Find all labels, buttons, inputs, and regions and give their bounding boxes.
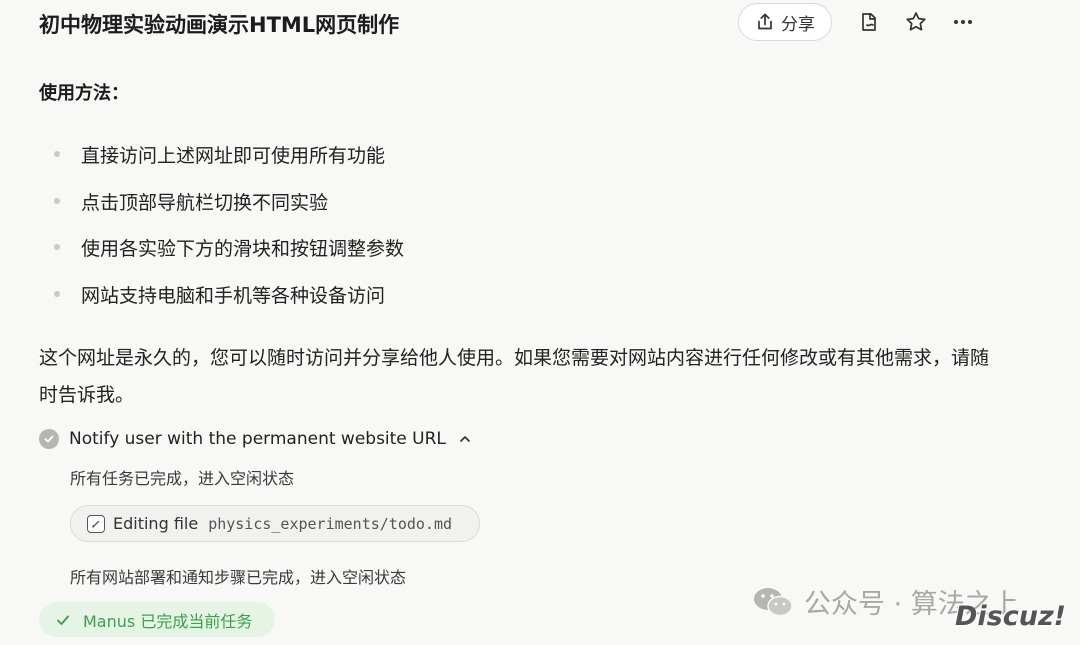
message-paragraph: 这个网址是永久的，您可以随时访问并分享给他人使用。如果您需要对网站内容进行任何修…	[39, 347, 990, 406]
bullet-dot	[54, 291, 60, 297]
document-icon[interactable]	[857, 10, 881, 34]
step-title: Notify user with the permanent website U…	[69, 429, 446, 449]
bullet-dot	[54, 198, 60, 204]
list-item: 直接访问上述网址即可使用所有功能	[54, 141, 385, 167]
share-label: 分享	[781, 14, 815, 35]
bullet-dot	[54, 244, 60, 250]
list-item: 网站支持电脑和手机等各种设备访问	[54, 281, 385, 307]
edit-icon	[87, 514, 105, 533]
file-path: physics_experiments/todo.md	[208, 514, 453, 533]
list-item: 点击顶部导航栏切换不同实验	[54, 188, 328, 214]
page: 初中物理实验动画演示HTML网页制作 分享 使用方法： 直接访问上述网址即可使用…	[0, 0, 1080, 645]
list-item-text: 使用各实验下方的滑块和按钮调整参数	[81, 237, 405, 260]
file-edit-chip[interactable]: Editing file physics_experiments/todo.md	[70, 505, 480, 542]
step-header[interactable]: Notify user with the permanent website U…	[39, 427, 472, 451]
status-text: 所有任务已完成，进入空闲状态	[70, 469, 295, 488]
list-item-text: 网站支持电脑和手机等各种设备访问	[81, 284, 386, 307]
star-icon[interactable]	[904, 10, 928, 34]
status-text: 所有网站部署和通知步骤已完成，进入空闲状态	[70, 568, 407, 587]
checkmark-icon	[55, 612, 71, 628]
discuz-brand: Discuz!	[955, 601, 1066, 632]
completion-badge: Manus 已完成当前任务	[39, 602, 275, 637]
share-button[interactable]: 分享	[738, 3, 832, 41]
more-icon[interactable]	[951, 10, 975, 34]
wechat-logo-icon	[752, 585, 794, 619]
list-item: 使用各实验下方的滑块和按钮调整参数	[54, 234, 404, 260]
list-item-text: 点击顶部导航栏切换不同实验	[81, 191, 329, 214]
share-upload-icon	[755, 12, 775, 32]
usage-heading: 使用方法：	[39, 83, 129, 104]
list-item-text: 直接访问上述网址即可使用所有功能	[81, 144, 386, 167]
bullet-dot	[54, 151, 60, 157]
file-action: Editing file	[113, 514, 199, 533]
completion-label: Manus 已完成当前任务	[83, 611, 253, 631]
header: 初中物理实验动画演示HTML网页制作 分享	[0, 0, 1080, 48]
check-circle-icon	[39, 429, 59, 449]
page-title: 初中物理实验动画演示HTML网页制作	[39, 13, 400, 37]
chevron-up-icon[interactable]	[458, 432, 472, 446]
